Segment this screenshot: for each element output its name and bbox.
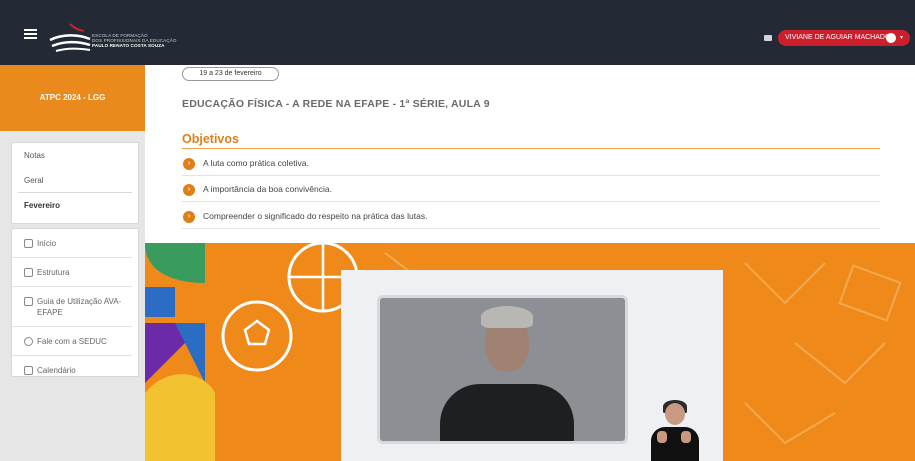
objectives-heading: Objetivos (182, 132, 239, 146)
mail-icon[interactable] (764, 35, 772, 41)
nav-item-fevereiro[interactable]: Fevereiro (12, 193, 138, 218)
objectives-divider (182, 148, 880, 149)
main-content: 19 a 23 de fevereiro EDUCAÇÃO FÍSICA - A… (145, 65, 915, 243)
info-icon (24, 337, 33, 346)
book-icon (24, 297, 33, 306)
sidebar-item-estrutura[interactable]: Estrutura (12, 258, 132, 287)
home-icon (24, 239, 33, 248)
course-nav-card: Notas Geral Fevereiro (11, 142, 139, 224)
lesson-title: EDUCAÇÃO FÍSICA - A REDE NA EFAPE - 1ª S… (182, 98, 490, 110)
lesson-banner (145, 243, 915, 461)
sidebar-item-label: Estrutura (37, 268, 70, 277)
presenter-figure (440, 384, 574, 441)
sidebar-item-fale-seduc[interactable]: Fale com a SEDUC (12, 327, 132, 356)
objective-text: A luta como prática coletiva. (203, 158, 309, 168)
sidebar-item-label: Guia de Utilização AVA-EFAPE (37, 297, 122, 317)
objective-text: A importância da boa convivência. (203, 184, 332, 194)
logo-line-3: PAULO RENATO COSTA SOUZA (92, 43, 165, 49)
sidebar-item-guia[interactable]: Guia de Utilização AVA-EFAPE (12, 287, 132, 327)
menu-icon[interactable] (24, 29, 37, 39)
sidebar-item-label: Início (37, 239, 57, 248)
calendar-icon (24, 366, 33, 375)
nav-item-notas[interactable]: Notas (12, 143, 138, 168)
sidebar-item-label: Fale com a SEDUC (37, 337, 107, 346)
chevron-right-icon: › (183, 211, 195, 223)
video-frame (377, 295, 628, 444)
chevron-right-icon: › (183, 184, 195, 196)
nav-item-geral[interactable]: Geral (18, 168, 132, 193)
objective-item: › A importância da boa convivência. (182, 177, 880, 202)
course-title[interactable]: ATPC 2024 - LGG (0, 65, 145, 131)
avatar (886, 33, 896, 43)
presenter-hair (481, 306, 533, 328)
user-menu-button[interactable]: VIVIANE DE AGUIAR MACHADO ▾ (778, 30, 910, 46)
chevron-right-icon: › (183, 158, 195, 170)
sidebar: ATPC 2024 - LGG Notas Geral Fevereiro In… (0, 65, 145, 461)
user-name: VIVIANE DE AGUIAR MACHADO (785, 34, 891, 41)
sidebar-item-inicio[interactable]: Início (12, 229, 132, 258)
sign-language-interpreter (651, 400, 699, 461)
chevron-down-icon: ▾ (900, 35, 904, 41)
sidebar-item-label: Calendário (37, 366, 76, 375)
objective-item: › A luta como prática coletiva. (182, 151, 880, 176)
structure-icon (24, 268, 33, 277)
objective-item: › Compreender o significado do respeito … (182, 204, 880, 229)
site-nav-card: Início Estrutura Guia de Utilização AVA-… (11, 228, 139, 377)
logo-text: ESCOLA DE FORMAÇÃO DOS PROFISSIONAIS DA … (92, 33, 177, 49)
logo-swoosh-icon (49, 23, 91, 52)
efape-logo[interactable]: ESCOLA DE FORMAÇÃO DOS PROFISSIONAIS DA … (48, 22, 188, 62)
objective-text: Compreender o significado do respeito na… (203, 211, 428, 221)
top-bar: ESCOLA DE FORMAÇÃO DOS PROFISSIONAIS DA … (0, 0, 915, 65)
sidebar-item-calendario[interactable]: Calendário (12, 356, 132, 384)
date-range-badge: 19 a 23 de fevereiro (182, 67, 279, 81)
